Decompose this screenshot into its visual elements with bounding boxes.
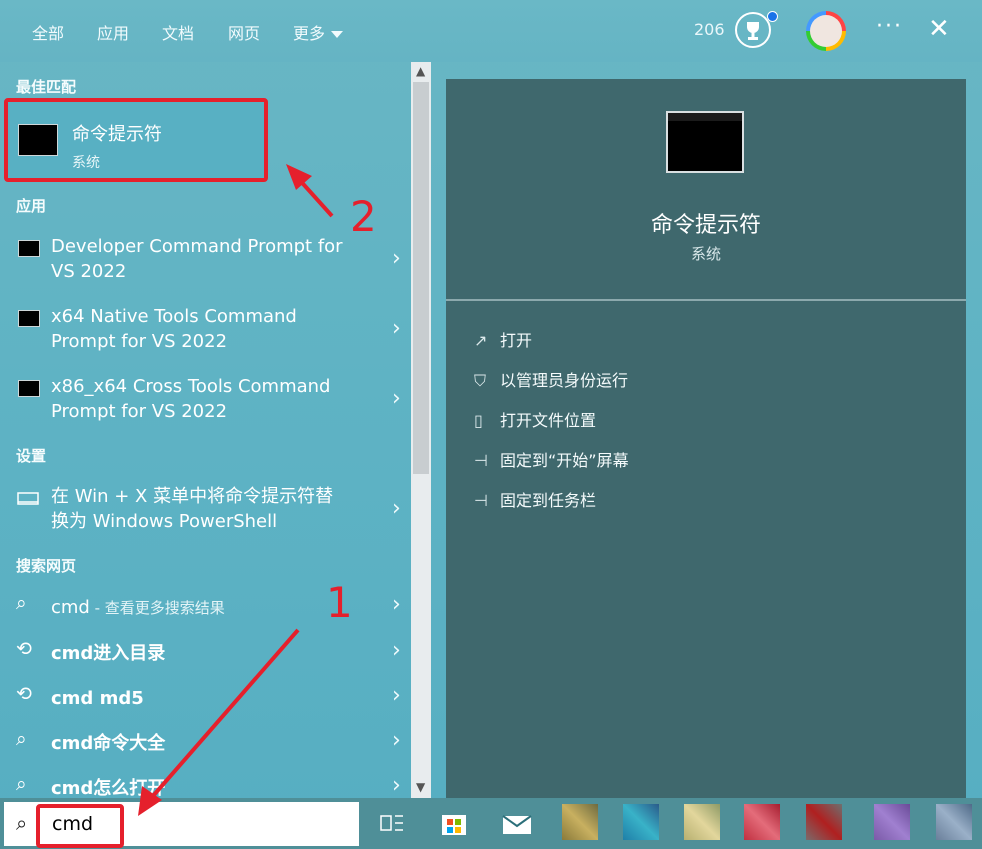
annotation-arrows: [138, 164, 334, 816]
